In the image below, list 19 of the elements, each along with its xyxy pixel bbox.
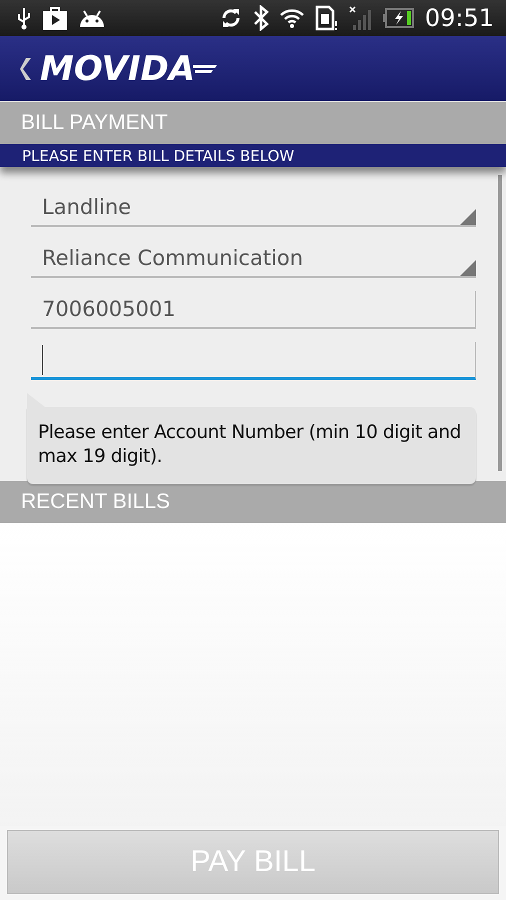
- text-cursor: [42, 344, 43, 374]
- dropdown[interactable]: Landline: [31, 189, 476, 227]
- signal-icon: [348, 5, 373, 31]
- play-store-icon: [42, 5, 68, 31]
- section-title: RECENT BILLS: [21, 490, 170, 514]
- instruction-text: PLEASE ENTER BILL DETAILS BELOW: [22, 146, 294, 164]
- back-icon[interactable]: [20, 56, 32, 82]
- input-field[interactable]: 7006005001: [31, 291, 476, 329]
- bluetooth-icon: [252, 5, 269, 31]
- app-logo: MOVIDA: [40, 48, 196, 88]
- input-field[interactable]: [31, 342, 476, 380]
- clock-time: 09:51: [424, 4, 494, 32]
- battery-icon: [382, 8, 415, 28]
- sim-card-icon: [314, 5, 339, 31]
- dropdown[interactable]: Reliance Communication: [31, 240, 476, 278]
- error-tooltip: Please enter Account Number (min 10 digit and max 19 digit).: [27, 393, 476, 487]
- usb-icon: [16, 6, 32, 30]
- wifi-icon: [278, 7, 305, 29]
- section-title: BILL PAYMENT: [21, 111, 168, 135]
